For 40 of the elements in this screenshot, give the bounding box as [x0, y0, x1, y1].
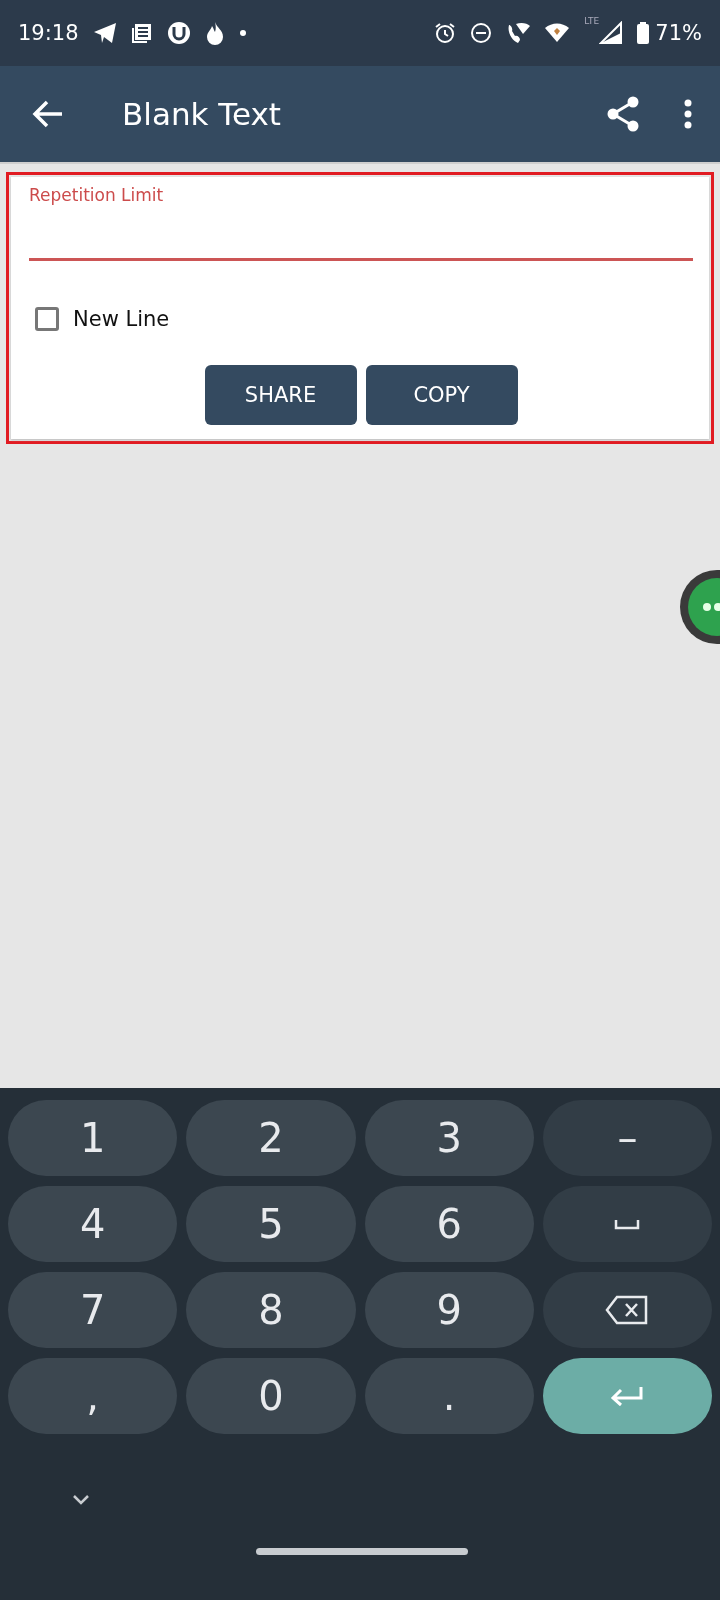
battery-percent: 71% [655, 21, 702, 45]
clock-time: 19:18 [18, 21, 79, 45]
more-options-icon[interactable] [684, 99, 692, 129]
chat-bubble-icon[interactable] [678, 568, 720, 646]
checkbox[interactable] [35, 307, 59, 331]
enter-arrow-icon [610, 1385, 645, 1407]
network-label: LTE [584, 16, 600, 26]
do-not-disturb-icon [470, 22, 493, 44]
checkbox-label: New Line [73, 307, 170, 331]
key[interactable]: 0 [186, 1358, 356, 1434]
paper-plane-icon [92, 22, 117, 44]
key[interactable]: , [8, 1358, 178, 1434]
alarm-icon [434, 22, 457, 44]
share-button[interactable]: SHARE [204, 365, 357, 425]
back-arrow-icon[interactable] [32, 100, 64, 128]
dot-icon [238, 29, 247, 37]
space-bar-icon [614, 1218, 641, 1230]
screen-title: Blank Text [122, 96, 283, 132]
key[interactable]: 1 [8, 1100, 178, 1176]
copy-button[interactable]: COPY [365, 365, 518, 425]
key[interactable]: 6 [364, 1186, 534, 1262]
newspaper-icon [130, 22, 153, 44]
backspace-icon [605, 1295, 650, 1325]
wifi-call-icon [506, 22, 531, 44]
key[interactable]: 5 [186, 1186, 356, 1262]
flame-icon [204, 21, 225, 45]
key[interactable]: . [364, 1358, 534, 1434]
key[interactable]: 4 [8, 1186, 178, 1262]
key[interactable]: – [542, 1100, 712, 1176]
key[interactable]: 7 [8, 1272, 178, 1348]
share-icon[interactable] [606, 96, 640, 132]
key[interactable]: 9 [364, 1272, 534, 1348]
wifi-icon [544, 22, 571, 44]
key[interactable]: 2 [186, 1100, 356, 1176]
signal-icon [599, 21, 624, 45]
key[interactable]: 8 [186, 1272, 356, 1348]
key[interactable]: 3 [364, 1100, 534, 1176]
battery-icon [637, 22, 650, 44]
field-label: Repetition Limit [29, 185, 165, 205]
chevron-down-icon[interactable] [72, 1494, 90, 1506]
